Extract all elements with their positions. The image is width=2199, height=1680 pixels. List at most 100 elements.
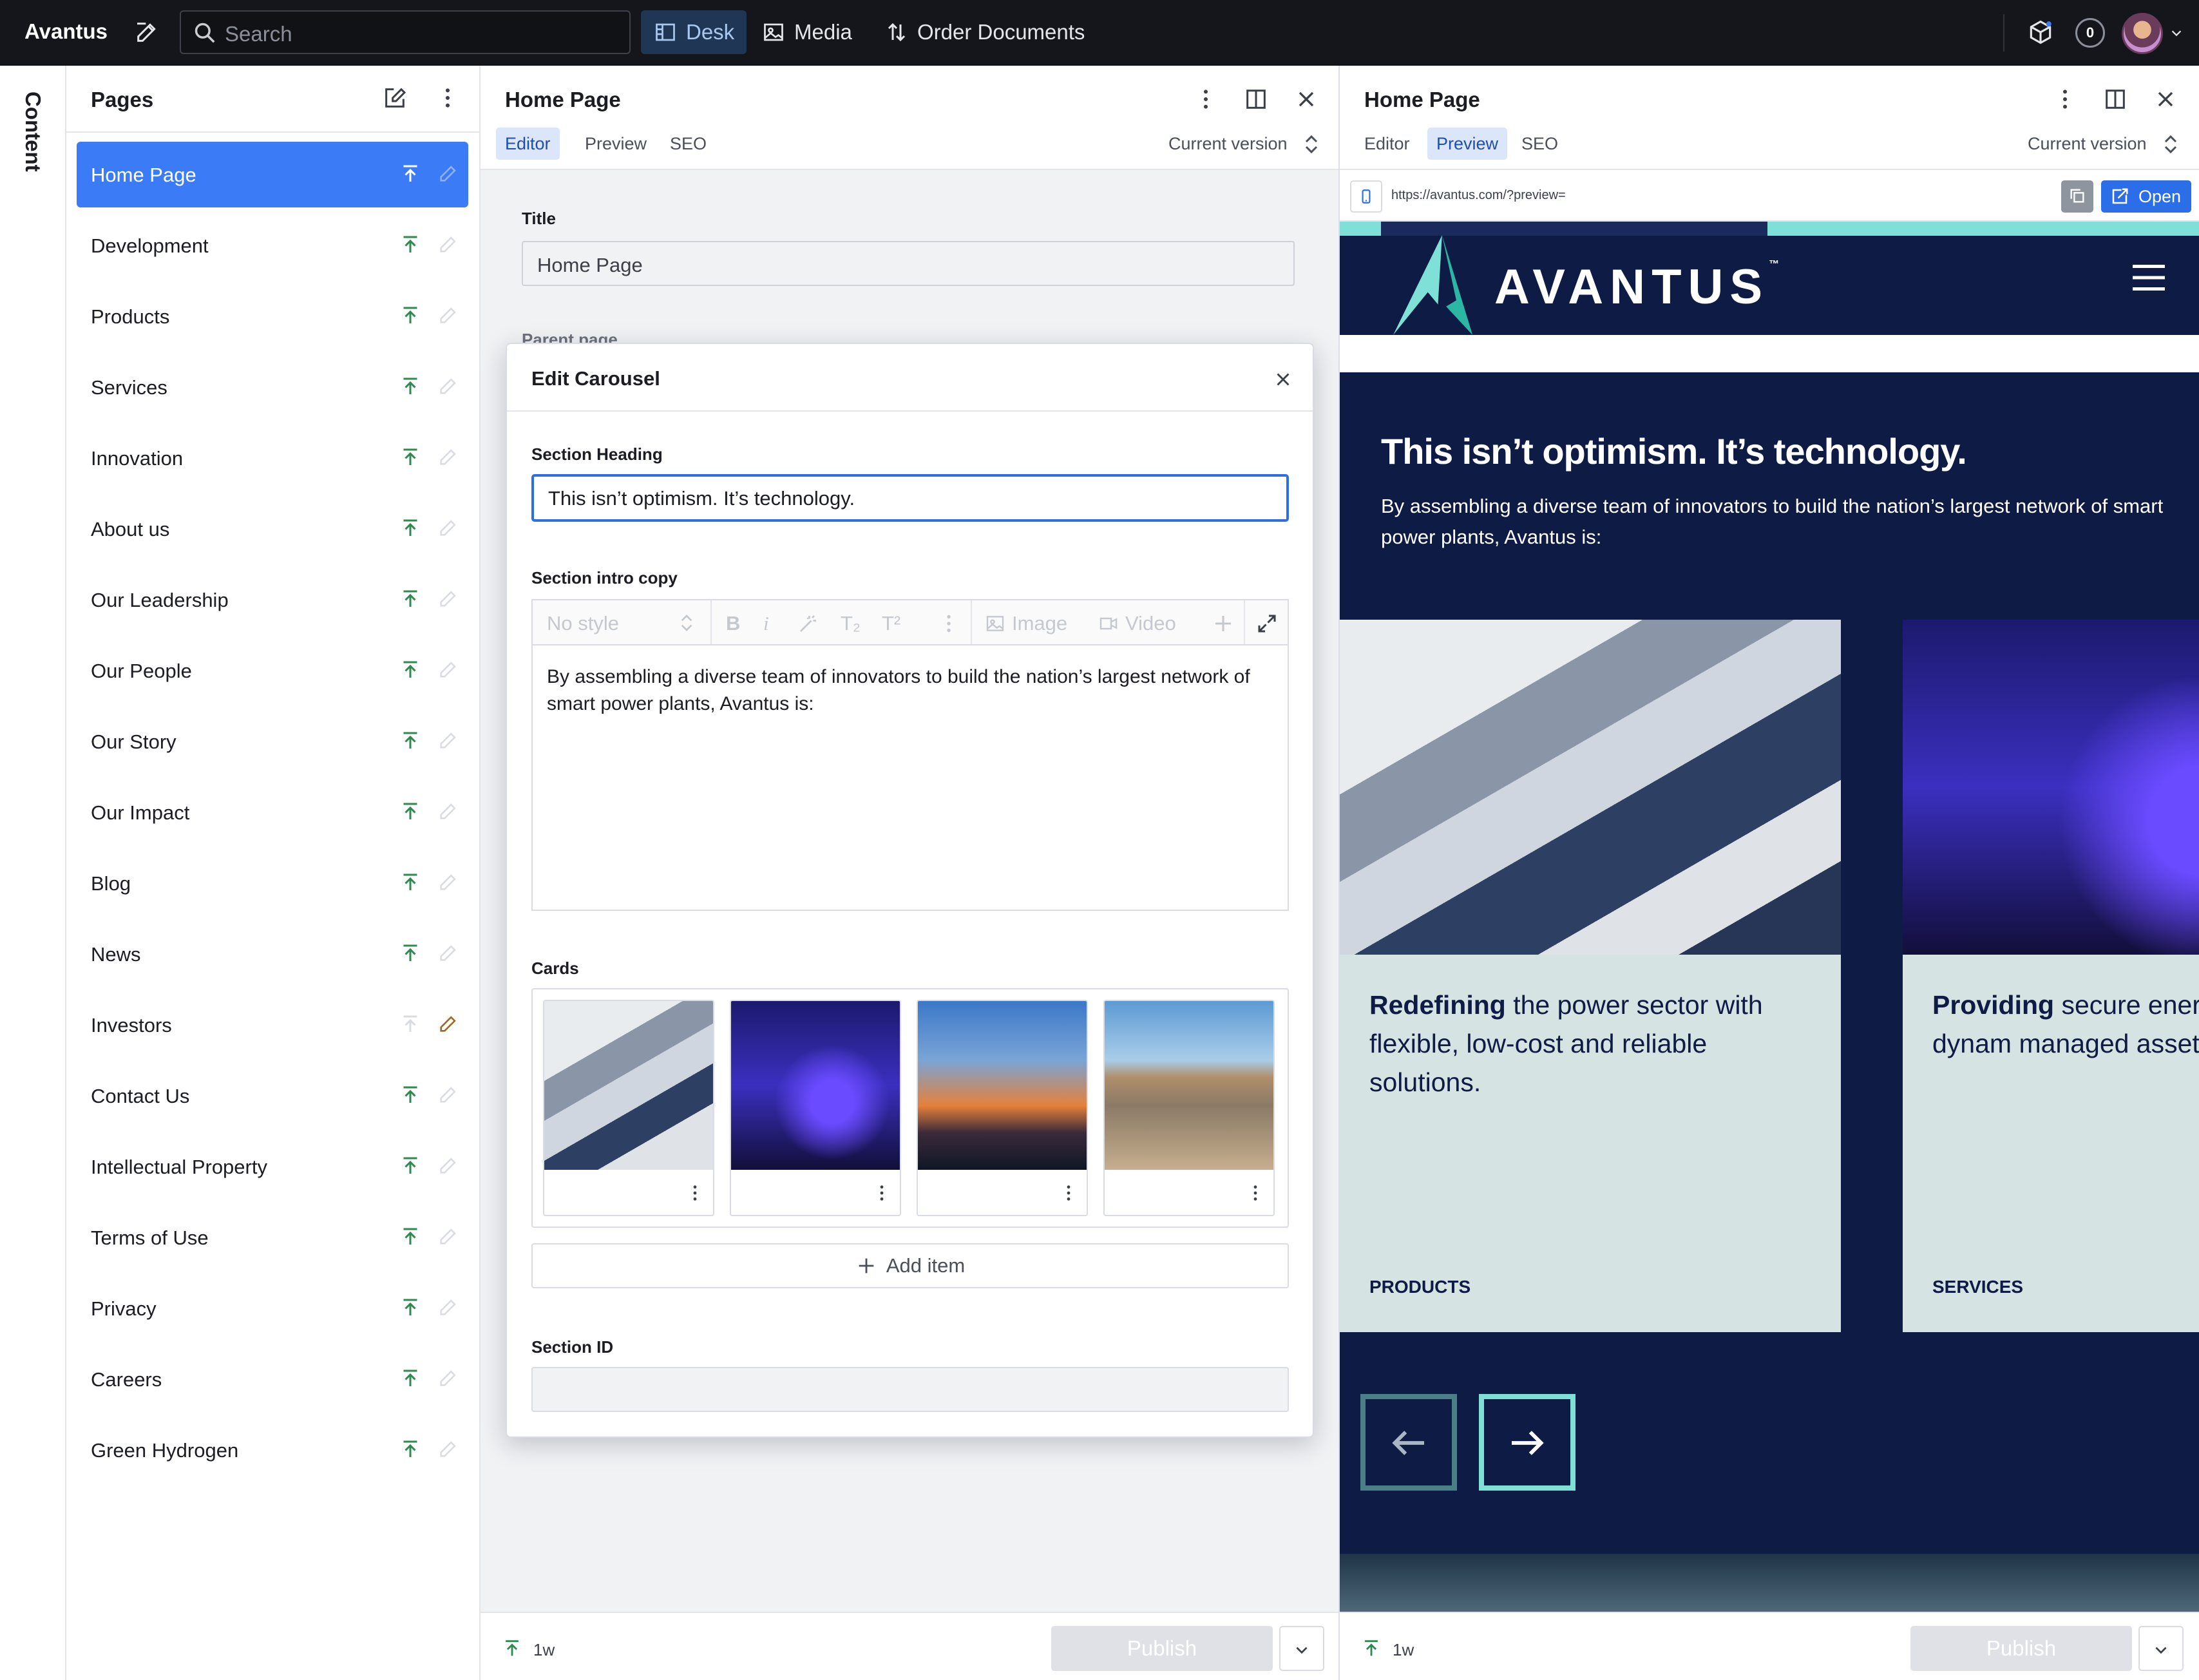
carousel-prev-button[interactable] — [1360, 1394, 1457, 1491]
page-list-item[interactable]: Our Leadership — [77, 567, 468, 633]
card-item[interactable] — [730, 1000, 901, 1216]
card-item[interactable] — [543, 1000, 714, 1216]
open-label: Open — [2138, 187, 2182, 206]
insert-image-button[interactable]: Image — [1012, 612, 1067, 635]
card-item[interactable] — [917, 1000, 1088, 1216]
page-list-item[interactable]: Terms of Use — [77, 1205, 468, 1270]
create-document-icon[interactable] — [382, 85, 408, 111]
more-vertical-icon[interactable] — [435, 85, 461, 111]
page-list-item[interactable]: Privacy — [77, 1275, 468, 1341]
close-icon[interactable] — [1272, 368, 1294, 390]
page-list-item[interactable]: Careers — [77, 1346, 468, 1412]
page-list-item[interactable]: Products — [77, 283, 468, 349]
tab-seo[interactable]: SEO — [661, 128, 716, 160]
chevron-up-down-icon[interactable] — [2163, 134, 2178, 155]
more-vertical-icon[interactable] — [1193, 86, 1219, 112]
chevron-up-down-icon[interactable] — [1304, 134, 1319, 155]
tab-editor[interactable]: Editor — [496, 128, 560, 160]
page-list-item[interactable]: Investors — [77, 992, 468, 1058]
page-list-item[interactable]: Our Impact — [77, 779, 468, 845]
expand-icon[interactable] — [1255, 612, 1279, 635]
open-preview-button[interactable]: Open — [2101, 180, 2191, 213]
published-icon — [399, 1296, 422, 1319]
title-field[interactable]: Home Page — [522, 241, 1295, 286]
italic-button[interactable]: i — [763, 612, 769, 635]
chevron-down-icon[interactable] — [2169, 26, 2184, 40]
page-list-item[interactable]: Services — [77, 354, 468, 420]
tab-preview[interactable]: Preview — [576, 128, 656, 160]
nav-tab-desk[interactable]: Desk — [641, 10, 747, 54]
magic-wand-icon[interactable] — [797, 612, 820, 635]
divider — [507, 410, 1313, 412]
split-pane-icon[interactable] — [1243, 86, 1269, 112]
package-icon[interactable] — [2026, 18, 2055, 46]
page-list-item[interactable]: Our Story — [77, 709, 468, 774]
tab-seo[interactable]: SEO — [1512, 128, 1567, 160]
site-card[interactable]: Redefining the power sector with flexibl… — [1340, 620, 1841, 1332]
section-intro-editor[interactable]: By assembling a diverse team of innovato… — [531, 644, 1289, 911]
page-list-item[interactable]: About us — [77, 496, 468, 562]
publish-button[interactable]: Publish — [1910, 1626, 2132, 1671]
subscript-button[interactable]: T₂ — [841, 612, 861, 635]
nav-tab-order-documents[interactable]: Order Documents — [885, 10, 1085, 54]
page-list-item[interactable]: Home Page — [77, 142, 468, 207]
more-vertical-icon[interactable] — [685, 1183, 705, 1203]
tab-editor[interactable]: Editor — [1355, 128, 1419, 160]
more-vertical-icon[interactable] — [871, 1183, 892, 1203]
style-select[interactable]: No style — [547, 612, 619, 635]
section-id-input[interactable] — [531, 1367, 1289, 1412]
compose-icon[interactable] — [134, 19, 160, 45]
insert-video-button[interactable]: Video — [1125, 612, 1176, 635]
card-item[interactable] — [1103, 1000, 1275, 1216]
plus-icon[interactable] — [1212, 612, 1235, 635]
page-list-item[interactable]: Development — [77, 213, 468, 278]
preview-pane: Home Page Editor Preview SEO Current ver… — [1340, 66, 2199, 1680]
page-list-item[interactable]: Our People — [77, 638, 468, 703]
split-pane-icon[interactable] — [2102, 86, 2128, 112]
page-list-item[interactable]: Contact Us — [77, 1063, 468, 1129]
bold-button[interactable]: B — [726, 612, 740, 635]
edit-pencil-icon — [437, 587, 459, 609]
hamburger-menu-icon[interactable] — [2129, 262, 2168, 294]
superscript-button[interactable]: T² — [882, 612, 900, 635]
add-item-button[interactable]: Add item — [531, 1243, 1289, 1288]
close-icon[interactable] — [2153, 86, 2178, 112]
publish-menu-button[interactable] — [2138, 1626, 2184, 1671]
more-vertical-icon[interactable] — [1245, 1183, 1266, 1203]
top-navigation-bar: Avantus Search Desk Media Order Document… — [0, 0, 2199, 66]
tab-preview[interactable]: Preview — [1427, 128, 1508, 160]
more-vertical-icon[interactable] — [2052, 86, 2078, 112]
search-icon — [193, 21, 217, 45]
page-list-item[interactable]: Innovation — [77, 425, 468, 491]
workspace-brand[interactable]: Avantus — [24, 19, 108, 44]
page-list-item[interactable]: News — [77, 921, 468, 987]
rail-label-content[interactable]: Content — [21, 91, 45, 172]
notification-counter[interactable]: 0 — [2075, 18, 2105, 48]
section-heading-input[interactable]: This isn’t optimism. It’s technology. — [531, 474, 1289, 522]
carousel-next-button[interactable] — [1479, 1394, 1575, 1491]
publish-button[interactable]: Publish — [1051, 1626, 1273, 1671]
search-input[interactable]: Search — [180, 10, 631, 54]
mobile-device-icon[interactable] — [1350, 180, 1382, 213]
avantus-logo-mark[interactable] — [1381, 233, 1483, 335]
publish-menu-button[interactable] — [1279, 1626, 1324, 1671]
avatar[interactable] — [2122, 13, 2163, 54]
preview-url[interactable]: https://avantus.com/?preview= — [1391, 188, 1566, 203]
nav-tab-media[interactable]: Media — [762, 10, 852, 54]
version-selector[interactable]: Current version — [2028, 134, 2147, 154]
page-list-item-label: Our Story — [91, 730, 176, 753]
page-list-item[interactable]: Intellectual Property — [77, 1134, 468, 1199]
more-vertical-icon[interactable] — [1058, 1183, 1079, 1203]
arrow-left-icon — [1392, 1431, 1424, 1455]
toolbar-divider — [710, 600, 712, 645]
version-selector[interactable]: Current version — [1168, 134, 1288, 154]
page-list-item[interactable]: Blog — [77, 850, 468, 916]
page-list-item[interactable]: Green Hydrogen — [77, 1417, 468, 1483]
published-icon — [399, 1367, 422, 1390]
copy-url-button[interactable] — [2061, 180, 2093, 213]
edit-pencil-icon — [437, 729, 459, 751]
close-icon[interactable] — [1293, 86, 1319, 112]
site-logo-text[interactable]: AVANTUS™ — [1494, 259, 1779, 315]
more-vertical-icon[interactable] — [937, 612, 960, 635]
site-card[interactable]: Providing secure ener networked and dyna… — [1903, 620, 2199, 1332]
